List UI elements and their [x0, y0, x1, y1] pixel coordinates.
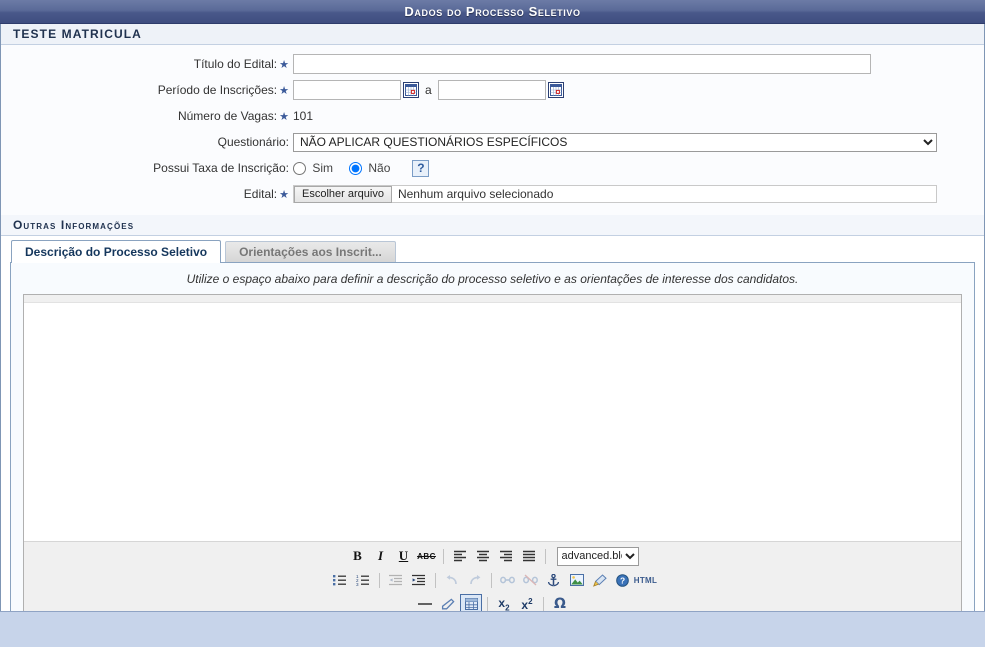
unlink-icon[interactable]	[520, 570, 542, 590]
field-row-edital-arquivo: Edital: ★ Escolher arquivo Nenhum arquivo…	[1, 183, 984, 205]
toolbar-row-2: 1 2 3 ? HTML	[24, 568, 961, 592]
periodo-fim-input[interactable]	[437, 80, 546, 100]
editor-panel: Utilize o espaço abaixo para definir a d…	[10, 262, 975, 636]
editor-instruction-text: Utilize o espaço abaixo para definir a d…	[186, 272, 799, 286]
help-icon[interactable]: ?	[412, 159, 430, 177]
radio-taxa-nao-label: Não	[368, 160, 391, 175]
footer-bar	[0, 611, 985, 647]
toolbar-separator	[442, 548, 444, 564]
radio-taxa-nao[interactable]: Não	[349, 160, 391, 176]
svg-text:3: 3	[356, 582, 359, 586]
required-star-icon: ★	[279, 189, 289, 201]
tab-orientacoes-label: Orientações aos Inscrit...	[239, 245, 382, 259]
indent-icon[interactable]	[408, 570, 430, 590]
edital-file-status: Nenhum arquivo selecionado	[397, 187, 554, 201]
link-icon[interactable]	[497, 570, 519, 590]
toolbar-separator	[544, 548, 546, 564]
label-edital-arquivo-text: Edital:	[243, 187, 278, 201]
editor-top-strip	[24, 295, 961, 303]
field-row-taxa-inscricao: Possui Taxa de Inscrição: Sim Não ?	[1, 157, 984, 179]
institution-header-label: TESTE MATRICULA	[13, 27, 142, 41]
calendar-icon[interactable]	[547, 82, 564, 98]
bullet-list-icon[interactable]	[329, 570, 351, 590]
tab-orientacoes-inscritos[interactable]: Orientações aos Inscrit...	[225, 241, 396, 262]
field-row-numero-vagas: Número de Vagas: ★ 101	[1, 105, 984, 127]
numero-vagas-value: 101	[293, 109, 314, 123]
label-titulo-edital: Título do Edital: ★	[1, 57, 293, 71]
label-questionario-text: Questionário:	[217, 135, 289, 149]
undo-icon[interactable]	[441, 570, 463, 590]
label-taxa-inscricao: Possui Taxa de Inscrição:	[1, 161, 293, 175]
required-star-icon: ★	[279, 111, 289, 123]
underline-icon[interactable]: U	[393, 546, 415, 566]
align-left-icon[interactable]	[449, 546, 471, 566]
required-star-icon: ★	[279, 85, 289, 97]
redo-icon[interactable]	[464, 570, 486, 590]
toolbar-separator	[490, 572, 492, 588]
page-root: Dados do Processo Seletivo TESTE MATRICU…	[0, 0, 985, 647]
editor-content-area[interactable]	[24, 303, 961, 541]
field-row-periodo-inscricoes: Período de Inscrições: ★ a	[1, 79, 984, 101]
rich-text-editor: B I U ABC advanced.bloc 1 2 3 ? HTML x2 …	[23, 294, 962, 620]
tab-descricao-label: Descrição do Processo Seletivo	[25, 245, 208, 259]
label-numero-vagas: Número de Vagas: ★	[1, 109, 293, 123]
content-frame: TESTE MATRICULA Título do Edital: ★ Perío…	[0, 24, 985, 647]
field-row-titulo-edital: Título do Edital: ★	[1, 53, 984, 75]
toolbar-separator	[487, 596, 488, 612]
periodo-inicio-input[interactable]	[293, 80, 401, 100]
strikethrough-icon[interactable]: ABC	[416, 546, 438, 566]
align-right-icon[interactable]	[495, 546, 517, 566]
institution-header: TESTE MATRICULA	[1, 24, 984, 45]
radio-taxa-sim-input[interactable]	[293, 162, 306, 176]
anchor-icon[interactable]	[543, 570, 565, 590]
other-info-header-label: Outras Informações	[13, 218, 135, 232]
radio-taxa-nao-input[interactable]	[349, 162, 363, 176]
field-row-questionario: Questionário: NÃO APLICAR QUESTIONÁRIOS …	[1, 131, 984, 153]
escolher-arquivo-button[interactable]: Escolher arquivo	[294, 185, 392, 203]
label-periodo-inscricoes-text: Período de Inscrições:	[157, 83, 278, 97]
numbered-list-icon[interactable]: 1 2 3	[352, 570, 374, 590]
toolbar-separator	[378, 572, 380, 588]
toolbar-separator	[543, 596, 544, 612]
required-star-icon: ★	[279, 59, 289, 71]
editor-toolbar: B I U ABC advanced.bloc 1 2 3 ? HTML x2 …	[24, 541, 961, 619]
cleanup-icon[interactable]	[589, 570, 611, 590]
align-justify-icon[interactable]	[518, 546, 540, 566]
tab-strip: Descrição do Processo Seletivo Orientaçõ…	[1, 236, 984, 263]
date-range-separator: a	[425, 83, 432, 97]
label-titulo-edital-text: Título do Edital:	[193, 57, 278, 71]
edital-file-input[interactable]: Escolher arquivo Nenhum arquivo selecion…	[293, 185, 937, 203]
outdent-icon[interactable]	[385, 570, 407, 590]
bold-icon[interactable]: B	[347, 546, 369, 566]
tab-descricao-processo-seletivo[interactable]: Descrição do Processo Seletivo	[11, 240, 222, 263]
italic-icon[interactable]: I	[370, 546, 392, 566]
other-info-header: Outras Informações	[1, 215, 984, 236]
toolbar-row-1: B I U ABC advanced.bloc	[24, 544, 961, 568]
block-format-select[interactable]: advanced.bloc	[556, 546, 639, 566]
calendar-icon[interactable]	[403, 82, 419, 98]
help-icon[interactable]: ?	[612, 570, 634, 590]
questionario-select[interactable]: NÃO APLICAR QUESTIONÁRIOS ESPECÍFICOS	[293, 132, 937, 152]
process-form: Título do Edital: ★ Período de Inscrições…	[1, 45, 984, 215]
align-center-icon[interactable]	[472, 546, 494, 566]
radio-taxa-sim[interactable]: Sim	[293, 160, 334, 176]
label-periodo-inscricoes: Período de Inscrições: ★	[1, 83, 293, 97]
label-edital-arquivo: Edital: ★	[1, 187, 293, 201]
page-title: Dados do Processo Seletivo	[404, 4, 581, 19]
insert-image-icon[interactable]	[566, 570, 588, 590]
label-taxa-inscricao-text: Possui Taxa de Inscrição:	[153, 161, 289, 175]
label-numero-vagas-text: Número de Vagas:	[177, 109, 278, 123]
label-questionario: Questionário:	[1, 135, 293, 149]
window-title-bar: Dados do Processo Seletivo	[0, 0, 985, 24]
radio-taxa-sim-label: Sim	[312, 160, 334, 175]
toolbar-separator	[434, 572, 436, 588]
svg-text:?: ?	[620, 575, 625, 585]
html-source-icon[interactable]: HTML	[634, 570, 657, 590]
titulo-edital-input[interactable]	[293, 54, 871, 74]
